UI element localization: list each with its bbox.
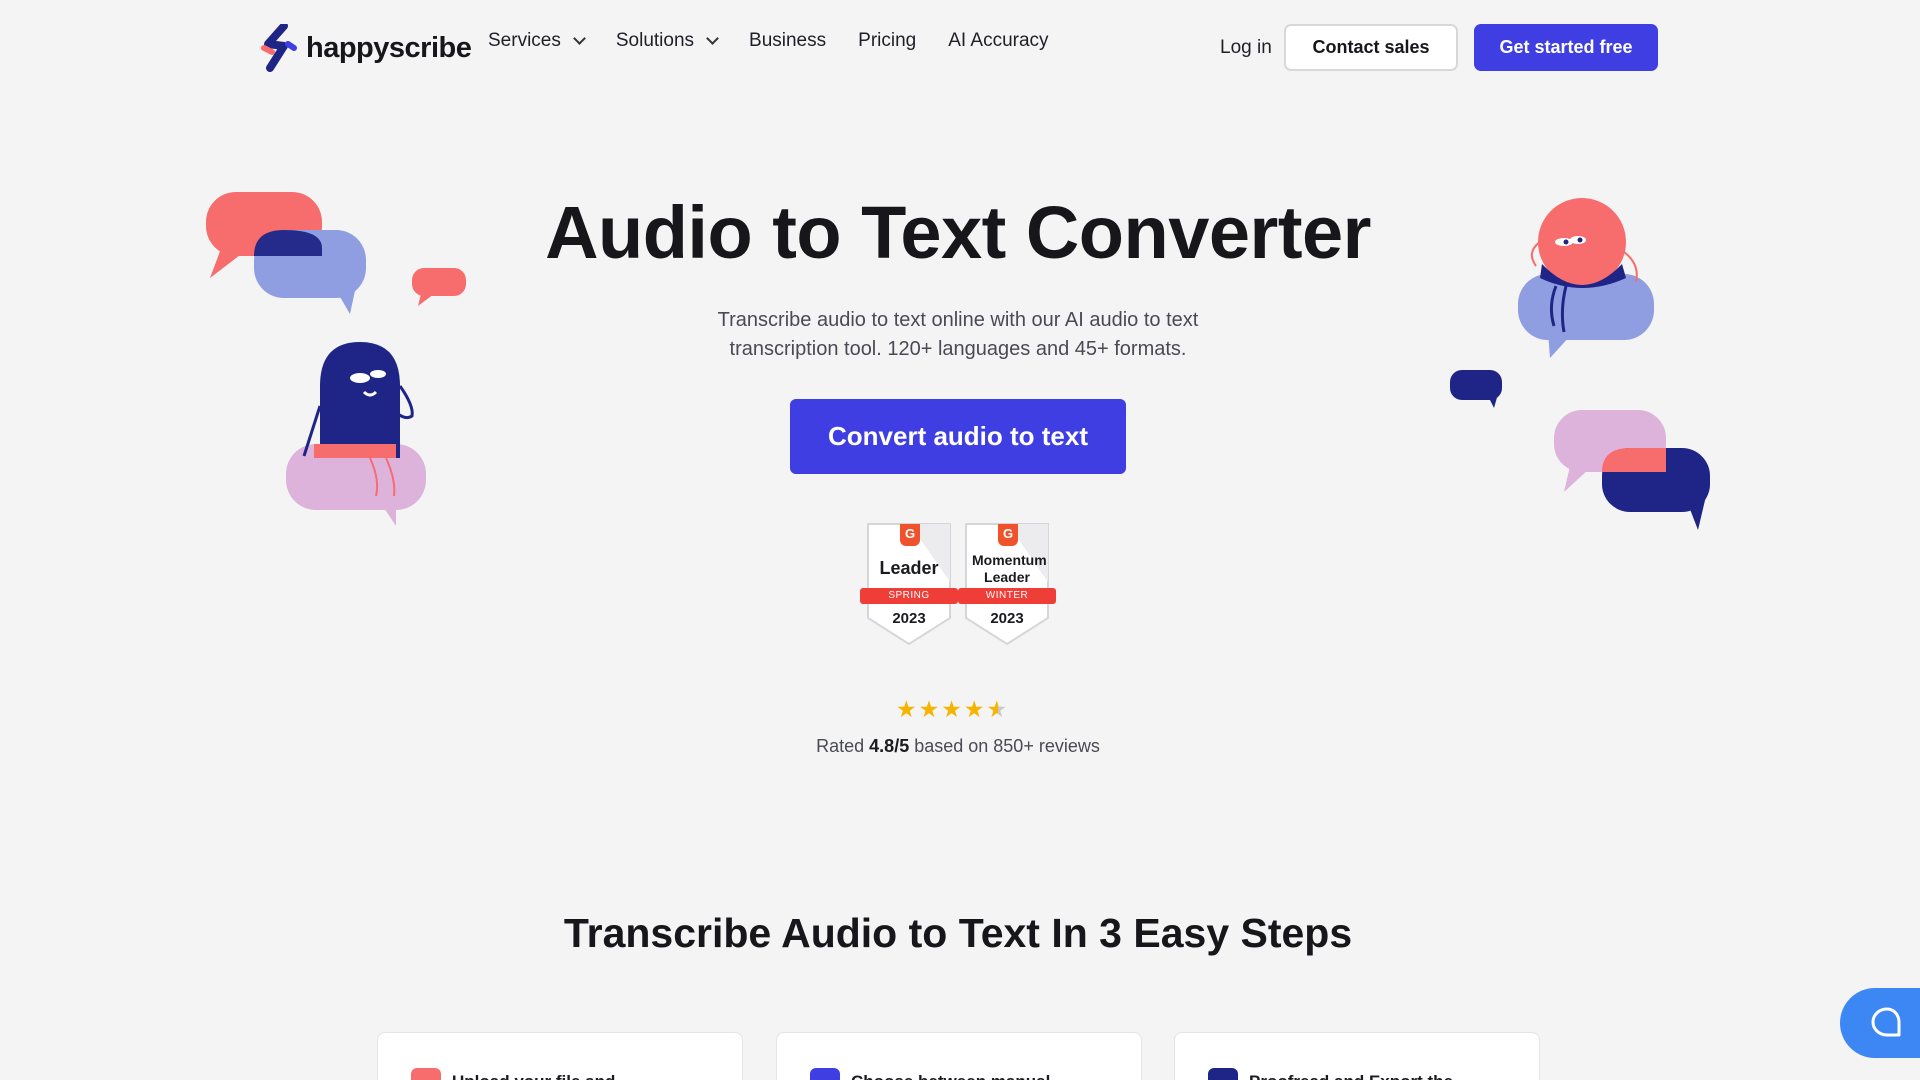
- chevron-down-icon: [572, 31, 586, 45]
- step-icon: [411, 1068, 441, 1080]
- brand-name: happyscribe: [306, 31, 472, 64]
- star-icon: ★: [896, 696, 919, 722]
- nav-item-label: Services: [488, 30, 561, 51]
- g2-badge-leader: G Leader SPRING 2023: [860, 518, 958, 648]
- get-started-button[interactable]: Get started free: [1474, 24, 1658, 71]
- brand-logo[interactable]: happyscribe: [258, 24, 472, 72]
- nav-item-label: Solutions: [615, 30, 695, 51]
- badge-year: 2023: [892, 610, 926, 627]
- star-icon: ★: [918, 696, 942, 722]
- steps-section-title: Transcribe Audio to Text In 3 Easy Steps: [563, 910, 1353, 956]
- chat-launcher-button[interactable]: [1840, 988, 1920, 1058]
- nav-item-solutions[interactable]: Solutions: [615, 30, 719, 52]
- rating-suffix: based on 850+ reviews: [909, 736, 1100, 756]
- chat-icon: [1871, 1007, 1901, 1037]
- nav-item-business[interactable]: Business: [749, 30, 826, 52]
- g2-logo-icon: G: [900, 524, 920, 546]
- rating-text: Rated 4.8/5 based on 850+ reviews: [0, 736, 1916, 757]
- chevron-down-icon: [706, 31, 719, 45]
- star-icon: ★: [963, 696, 987, 722]
- step-label: Choose between manual: [851, 1072, 1050, 1080]
- nav-links: Services Solutions Business Pricing AI A…: [488, 30, 1049, 52]
- badge-title: Leader: [879, 558, 939, 578]
- hero-subtitle: Transcribe audio to text online with our…: [717, 309, 1199, 360]
- page-title: Audio to Text Converter: [545, 191, 1371, 274]
- contact-sales-button[interactable]: Contact sales: [1284, 24, 1458, 71]
- nav-item-ai-accuracy[interactable]: AI Accuracy: [948, 30, 1048, 52]
- badge-title: Momentum Leader: [972, 552, 1047, 585]
- nav-item-label: AI Accuracy: [948, 30, 1049, 51]
- g2-badge-momentum-leader: G Momentum Leader WINTER 2023: [958, 518, 1056, 648]
- top-nav: happyscribe Services Solutions Business …: [0, 0, 1920, 96]
- nav-item-label: Business: [749, 30, 827, 51]
- rating-prefix: Rated: [816, 736, 870, 756]
- star-icon: ★: [941, 696, 964, 722]
- step-icon: [1208, 1068, 1238, 1080]
- nav-item-services[interactable]: Services: [488, 30, 586, 52]
- badge-ribbon: SPRING: [860, 588, 958, 604]
- step-card-3: Proofread and Export the: [1174, 1032, 1540, 1080]
- step-icon: [810, 1068, 840, 1080]
- step-label: Upload your file and: [452, 1072, 615, 1080]
- logo-icon: [261, 24, 297, 72]
- step-card-2: Choose between manual: [776, 1032, 1142, 1080]
- g2-logo-icon: G: [998, 524, 1018, 546]
- step-label: Proofread and Export the: [1249, 1072, 1453, 1080]
- badge-year: 2023: [990, 610, 1024, 627]
- star-half-icon: ★: [986, 696, 1010, 722]
- login-link[interactable]: Log in: [1220, 37, 1272, 59]
- nav-item-label: Pricing: [858, 30, 917, 51]
- convert-audio-button[interactable]: Convert audio to text: [790, 399, 1126, 474]
- rating-stars: ★★★★★: [896, 696, 1016, 722]
- step-card-1: Upload your file and: [377, 1032, 743, 1080]
- badge-ribbon: WINTER: [958, 588, 1056, 604]
- rating-score: 4.8/5: [869, 736, 910, 756]
- nav-item-pricing[interactable]: Pricing: [858, 30, 916, 52]
